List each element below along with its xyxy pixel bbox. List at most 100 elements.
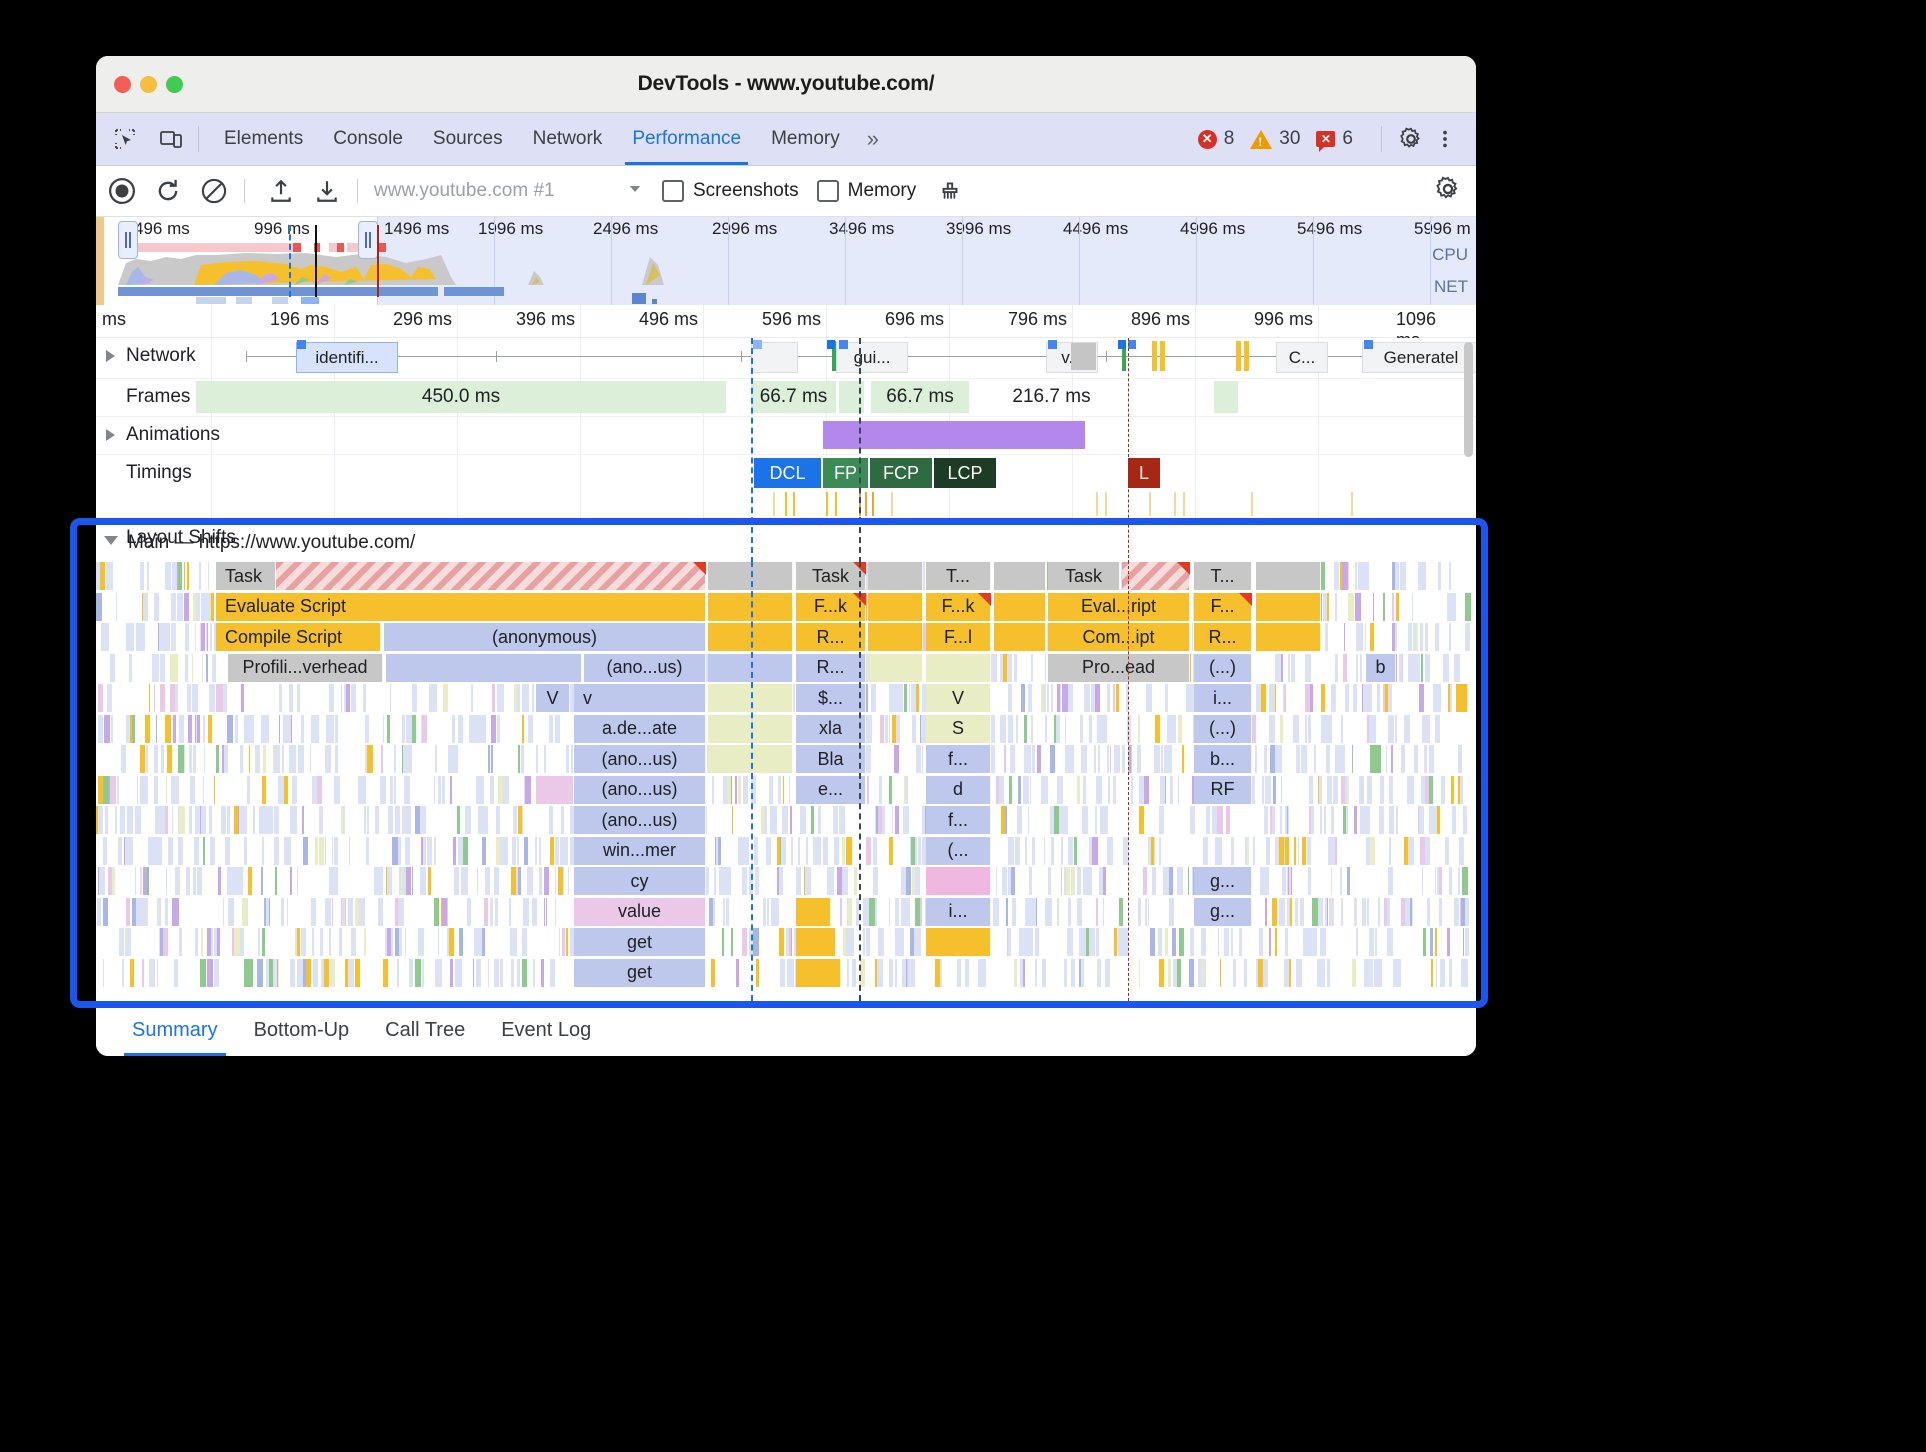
flame-bar[interactable]: [1263, 745, 1268, 773]
expand-animations-icon[interactable]: [106, 429, 115, 441]
flame-bar[interactable]: [908, 958, 914, 987]
flame-bar[interactable]: [1307, 714, 1311, 743]
flame-bar[interactable]: [160, 745, 165, 773]
flame-bar[interactable]: [782, 775, 785, 804]
flame-bar[interactable]: [1050, 836, 1055, 865]
flame-bar[interactable]: [292, 775, 298, 804]
flame-bar[interactable]: [1335, 653, 1339, 682]
flame-bar[interactable]: (ano...us): [574, 806, 706, 834]
flame-bar[interactable]: [170, 775, 174, 804]
flame-bar[interactable]: [1448, 562, 1451, 590]
flame-bar[interactable]: [1083, 867, 1088, 895]
flame-bar[interactable]: [558, 928, 561, 956]
flame-bar[interactable]: [302, 836, 308, 865]
flame-bar[interactable]: [1332, 684, 1335, 712]
flame-bar[interactable]: [1023, 714, 1028, 743]
flame-bar[interactable]: [146, 867, 150, 895]
flame-bar[interactable]: [1362, 897, 1366, 926]
flame-bar[interactable]: [302, 806, 305, 834]
frame-bar[interactable]: [1214, 381, 1238, 413]
issue-count-badge[interactable]: ✕ 6: [1316, 128, 1353, 152]
flame-bar[interactable]: [1042, 684, 1044, 712]
flame-bar[interactable]: [1438, 562, 1442, 590]
flame-bar[interactable]: [406, 867, 412, 895]
flame-bar[interactable]: [301, 928, 305, 956]
flame-bar[interactable]: [1032, 836, 1036, 865]
flame-bar[interactable]: [1287, 897, 1290, 926]
flame-bar[interactable]: [163, 623, 170, 651]
flame-bar[interactable]: [1424, 745, 1427, 773]
flame-bar[interactable]: [139, 745, 145, 773]
flame-bar[interactable]: [171, 592, 176, 621]
flame-bar[interactable]: [541, 958, 545, 987]
flame-bar[interactable]: [311, 928, 314, 956]
flame-bar[interactable]: [1119, 897, 1123, 926]
flame-bar[interactable]: [222, 684, 227, 712]
flame-bar[interactable]: [869, 897, 875, 926]
flame-bar[interactable]: [1173, 958, 1177, 987]
flame-bar[interactable]: [197, 867, 202, 895]
flame-bar[interactable]: [1187, 867, 1190, 895]
flame-bar[interactable]: Evaluate Script: [216, 592, 706, 621]
flame-bar[interactable]: [99, 562, 105, 590]
flame-bar[interactable]: [1186, 684, 1193, 712]
flame-bar[interactable]: [1464, 928, 1469, 956]
flame-bar[interactable]: [1044, 714, 1047, 743]
flame-bar[interactable]: [107, 867, 112, 895]
flame-bar[interactable]: i...: [1194, 684, 1252, 712]
flame-bar[interactable]: [851, 958, 856, 987]
flame-bar[interactable]: [522, 684, 526, 712]
flame-bar[interactable]: V: [926, 684, 991, 712]
flame-bar[interactable]: [514, 684, 517, 712]
flame-bar[interactable]: [789, 775, 791, 804]
flame-bar[interactable]: [186, 562, 189, 590]
flame-bar[interactable]: [1220, 958, 1222, 987]
flame-bar[interactable]: [1284, 684, 1287, 712]
flame-bar[interactable]: [96, 592, 102, 621]
flame-bar[interactable]: [879, 714, 885, 743]
flame-bar[interactable]: [501, 684, 504, 712]
flame-bar[interactable]: [297, 928, 301, 956]
flame-bar[interactable]: [289, 806, 293, 834]
flame-bar[interactable]: [766, 897, 769, 926]
flame-bar[interactable]: [1017, 775, 1022, 804]
flame-bar[interactable]: [184, 623, 190, 651]
flame-bar[interactable]: [319, 836, 325, 865]
flame-bar[interactable]: [1165, 928, 1168, 956]
flame-bar[interactable]: [1066, 867, 1070, 895]
flame-bar[interactable]: [1377, 684, 1381, 712]
flame-bar[interactable]: [365, 836, 370, 865]
flame-bar[interactable]: [1262, 958, 1268, 987]
flame-bar[interactable]: [1464, 897, 1469, 926]
flame-bar[interactable]: [417, 928, 424, 956]
timing-marker-fcp[interactable]: FCP: [870, 458, 932, 488]
flame-bar[interactable]: [1086, 684, 1091, 712]
flame-bar[interactable]: [1364, 623, 1366, 651]
flame-bar[interactable]: [1080, 714, 1083, 743]
record-icon[interactable]: [102, 171, 142, 211]
flame-bar[interactable]: [1287, 806, 1289, 834]
flame-bar[interactable]: [823, 836, 828, 865]
flame-bar[interactable]: [386, 653, 582, 682]
flame-bar[interactable]: Compile Script: [216, 623, 381, 651]
flame-bar[interactable]: [710, 958, 716, 987]
flame-bar[interactable]: [284, 775, 288, 804]
flame-bar[interactable]: [209, 684, 216, 712]
flame-bar[interactable]: [1424, 836, 1431, 865]
flame-bar[interactable]: [1280, 806, 1283, 834]
flame-bar[interactable]: [335, 714, 338, 743]
flame-bar[interactable]: [200, 958, 206, 987]
flame-bar[interactable]: [415, 806, 421, 834]
flame-bar[interactable]: [301, 745, 304, 773]
flame-bar[interactable]: [275, 867, 278, 895]
flame-bar[interactable]: [866, 714, 873, 743]
tab-bottom-up[interactable]: Bottom-Up: [236, 1004, 368, 1056]
flame-bar[interactable]: [488, 745, 491, 773]
flame-bar[interactable]: [142, 958, 144, 987]
track-row-network[interactable]: Network identifi... gui... v... C...: [96, 338, 1476, 379]
flame-bar[interactable]: [1451, 775, 1455, 804]
flame-bar[interactable]: [1453, 592, 1456, 621]
flame-bar[interactable]: [865, 684, 869, 712]
flame-bar[interactable]: [97, 806, 103, 834]
flame-bar[interactable]: [1097, 958, 1101, 987]
